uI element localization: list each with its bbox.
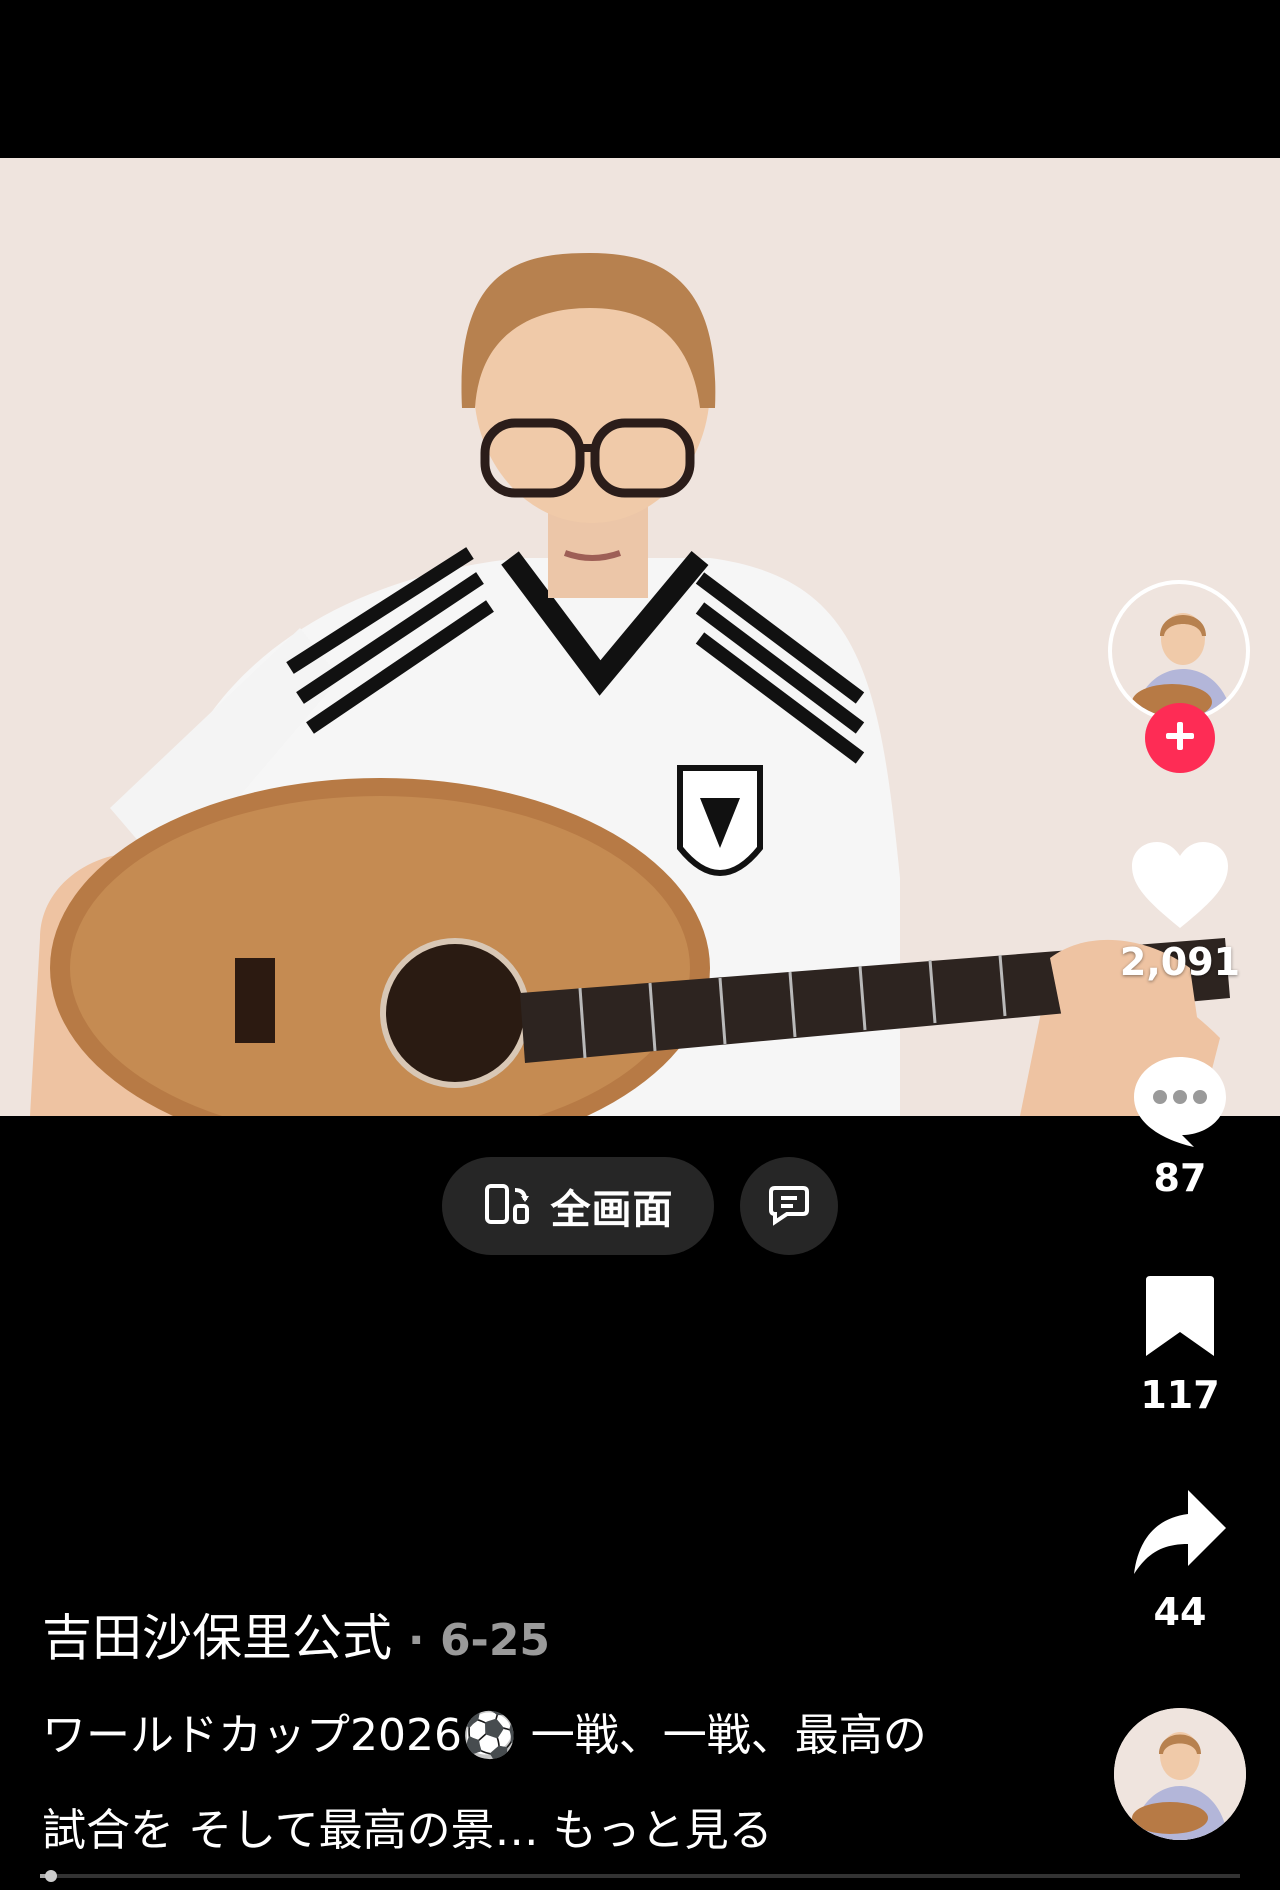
progress-knob[interactable] bbox=[45, 1870, 57, 1882]
fullscreen-label: 全画面 bbox=[550, 1187, 674, 1233]
video-illustration bbox=[0, 158, 1280, 1116]
comment-count: 87 bbox=[1153, 1156, 1207, 1200]
see-more-link[interactable]: もっと見る bbox=[553, 1805, 773, 1856]
follow-button[interactable] bbox=[1145, 703, 1215, 773]
rotate-screen-icon bbox=[483, 1180, 531, 1232]
bookmark-button[interactable] bbox=[1144, 1274, 1216, 1362]
author-name[interactable]: 吉田沙保里公式 bbox=[42, 1609, 392, 1667]
caption-translate-icon bbox=[765, 1180, 813, 1232]
post-date: · 6-25 bbox=[407, 1615, 551, 1666]
share-arrow-icon bbox=[1132, 1490, 1228, 1582]
share-button[interactable] bbox=[1132, 1488, 1228, 1582]
post-caption: ワールドカップ2026⚽ 一戦、一戦、最高の試合を そして最高の景… もっと見る bbox=[42, 1688, 942, 1878]
video-progress-bar[interactable] bbox=[40, 1870, 1240, 1882]
like-count: 2,091 bbox=[1119, 940, 1241, 984]
author-line: 吉田沙保里公式 · 6-25 bbox=[42, 1598, 550, 1670]
heart-icon bbox=[1130, 842, 1230, 936]
like-button[interactable] bbox=[1130, 840, 1230, 936]
caption-translate-button[interactable] bbox=[740, 1157, 838, 1255]
sound-avatar[interactable] bbox=[1114, 1708, 1246, 1840]
video-frame[interactable] bbox=[0, 158, 1280, 1116]
share-count: 44 bbox=[1153, 1590, 1207, 1634]
comment-button[interactable] bbox=[1132, 1055, 1228, 1151]
caption-text: ワールドカップ2026⚽ 一戦、一戦、最高の試合を そして最高の景… bbox=[42, 1710, 927, 1856]
speech-bubble-icon bbox=[1132, 1057, 1228, 1151]
creator-avatar[interactable] bbox=[1108, 580, 1250, 722]
fullscreen-button[interactable]: 全画面 bbox=[442, 1157, 714, 1255]
bookmark-count: 117 bbox=[1140, 1373, 1220, 1417]
bookmark-icon bbox=[1144, 1276, 1216, 1362]
plus-icon bbox=[1163, 719, 1197, 757]
